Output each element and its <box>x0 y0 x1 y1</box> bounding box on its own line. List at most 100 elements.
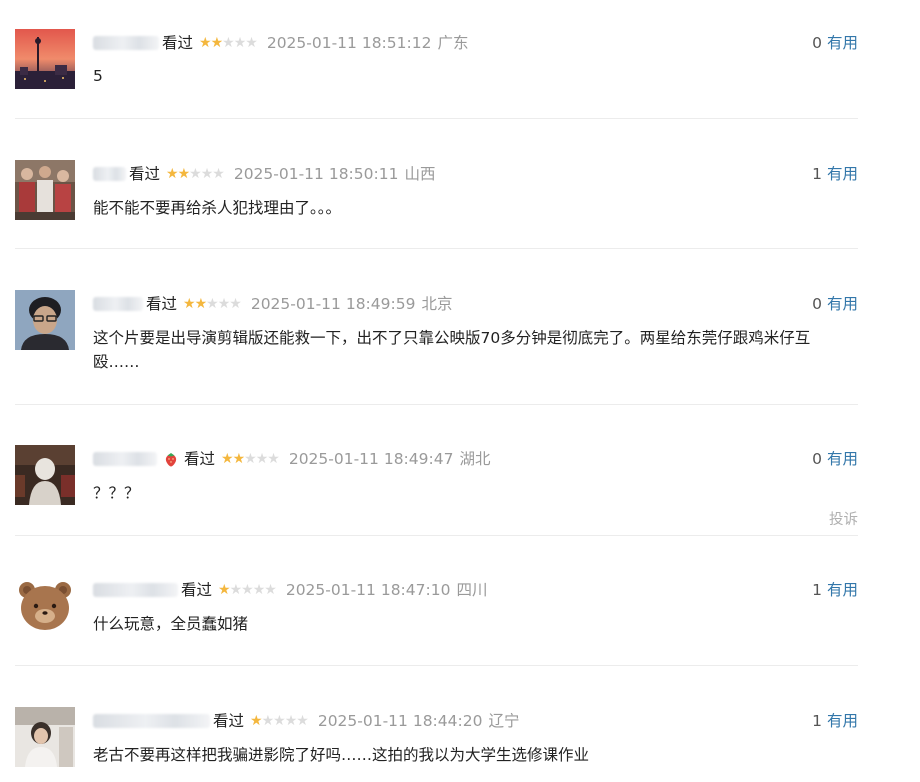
star-icon: ★ <box>210 35 224 51</box>
comment-text: 5 <box>93 67 103 85</box>
rating-stars: ★★★★★ <box>183 293 242 315</box>
comment-time: 2025-01-11 18:44:20 <box>317 712 483 730</box>
watch-status: 看过 <box>181 581 213 599</box>
avatar[interactable] <box>15 29 75 89</box>
avatar[interactable] <box>15 576 75 636</box>
comment-time: 2025-01-11 18:50:11 <box>233 165 399 183</box>
star-icon: ★ <box>218 582 231 598</box>
star-icon: ★ <box>200 166 214 182</box>
vote-area: 1 有用 <box>812 579 858 601</box>
star-icon: ★ <box>217 296 231 312</box>
star-icon: ★ <box>261 713 275 729</box>
star-icon: ★ <box>284 713 298 729</box>
comment-location: 广东 <box>437 34 469 52</box>
divider <box>15 404 858 405</box>
star-icon: ★ <box>264 582 277 598</box>
rating-stars: ★★★★★ <box>166 163 225 185</box>
star-icon: ★ <box>166 166 179 182</box>
comment-text: 这个片要是出导演剪辑版还能救一下，出不了只靠公映版70多分钟是彻底完了。两星给东… <box>93 329 811 371</box>
comment-time: 2025-01-11 18:51:12 <box>266 34 432 52</box>
useful-button[interactable]: 有用 <box>827 581 858 599</box>
vote-count: 0 <box>812 295 822 313</box>
star-icon: ★ <box>206 296 219 312</box>
star-icon: ★ <box>183 296 196 312</box>
watch-status: 看过 <box>184 450 216 468</box>
strawberry-icon <box>164 451 178 467</box>
vote-count: 1 <box>812 165 822 183</box>
star-icon: ★ <box>255 451 269 467</box>
useful-button[interactable]: 有用 <box>827 165 858 183</box>
comment-meta: 看过 ★★★★★ 2025-01-11 18:44:20 辽宁 <box>93 710 519 732</box>
star-icon: ★ <box>244 451 257 467</box>
comment-location: 北京 <box>421 295 453 313</box>
star-icon: ★ <box>267 451 280 467</box>
comment-meta: 看过 ★★★★★ 2025-01-11 18:49:59 北京 <box>93 293 452 315</box>
watch-status: 看过 <box>213 712 245 730</box>
comment-location: 辽宁 <box>488 712 520 730</box>
comment-text: 什么玩意，全员蠢如猪 <box>93 615 249 633</box>
comment-meta: 看过 ★★★★★ 2025-01-11 18:50:11 山西 <box>93 163 435 185</box>
star-icon: ★ <box>252 582 266 598</box>
avatar[interactable] <box>15 160 75 220</box>
rating-stars: ★★★★★ <box>250 710 309 732</box>
rating-stars: ★★★★★ <box>199 32 258 54</box>
comment-text: 能不能不要再给杀人犯找理由了。。。 <box>93 199 342 217</box>
comment-location: 四川 <box>456 581 488 599</box>
comment-location: 山西 <box>404 165 436 183</box>
star-icon: ★ <box>296 713 309 729</box>
watch-status: 看过 <box>146 295 178 313</box>
star-icon: ★ <box>250 713 263 729</box>
divider <box>15 118 858 119</box>
star-icon: ★ <box>221 451 234 467</box>
useful-button[interactable]: 有用 <box>827 712 858 730</box>
star-icon: ★ <box>194 296 208 312</box>
vote-area: 1 有用 <box>812 163 858 185</box>
star-icon: ★ <box>245 35 258 51</box>
comment-meta: 看过 ★★★★★ 2025-01-11 18:47:10 四川 <box>93 579 487 601</box>
vote-area: 0 有用 <box>812 448 858 470</box>
username-redacted[interactable] <box>93 297 143 311</box>
username-redacted[interactable] <box>93 36 159 50</box>
vote-count: 0 <box>812 34 822 52</box>
comment-text: ？？？ <box>93 484 140 502</box>
divider <box>15 665 858 666</box>
username-redacted[interactable] <box>93 167 126 181</box>
divider <box>15 248 858 249</box>
useful-button[interactable]: 有用 <box>827 450 858 468</box>
star-icon: ★ <box>212 166 225 182</box>
vote-count: 0 <box>812 450 822 468</box>
star-icon: ★ <box>229 582 243 598</box>
comment-meta: 看过 ★★★★★ 2025-01-11 18:51:12 广东 <box>93 32 468 54</box>
star-icon: ★ <box>241 582 254 598</box>
star-icon: ★ <box>199 35 212 51</box>
star-icon: ★ <box>232 451 246 467</box>
useful-button[interactable]: 有用 <box>827 295 858 313</box>
comment-meta: 看过 ★★★★★ 2025-01-11 18:49:47 湖北 <box>93 448 490 470</box>
comment-time: 2025-01-11 18:49:59 <box>250 295 416 313</box>
vote-count: 1 <box>812 712 822 730</box>
star-icon: ★ <box>189 166 202 182</box>
divider <box>15 535 858 536</box>
star-icon: ★ <box>222 35 235 51</box>
avatar[interactable] <box>15 707 75 767</box>
avatar[interactable] <box>15 290 75 350</box>
comment-time: 2025-01-11 18:47:10 <box>285 581 451 599</box>
username-redacted[interactable] <box>93 452 157 466</box>
report-button[interactable]: 投诉 <box>829 508 858 529</box>
useful-button[interactable]: 有用 <box>827 34 858 52</box>
star-icon: ★ <box>273 713 286 729</box>
comment-location: 湖北 <box>459 450 491 468</box>
star-icon: ★ <box>177 166 191 182</box>
rating-stars: ★★★★★ <box>218 579 277 601</box>
vote-area: 1 有用 <box>812 710 858 732</box>
star-icon: ★ <box>233 35 247 51</box>
rating-stars: ★★★★★ <box>221 448 280 470</box>
username-redacted[interactable] <box>93 714 210 728</box>
avatar[interactable] <box>15 445 75 505</box>
vote-area: 0 有用 <box>812 293 858 315</box>
watch-status: 看过 <box>162 34 194 52</box>
vote-count: 1 <box>812 581 822 599</box>
username-redacted[interactable] <box>93 583 178 597</box>
star-icon: ★ <box>229 296 242 312</box>
watch-status: 看过 <box>129 165 161 183</box>
